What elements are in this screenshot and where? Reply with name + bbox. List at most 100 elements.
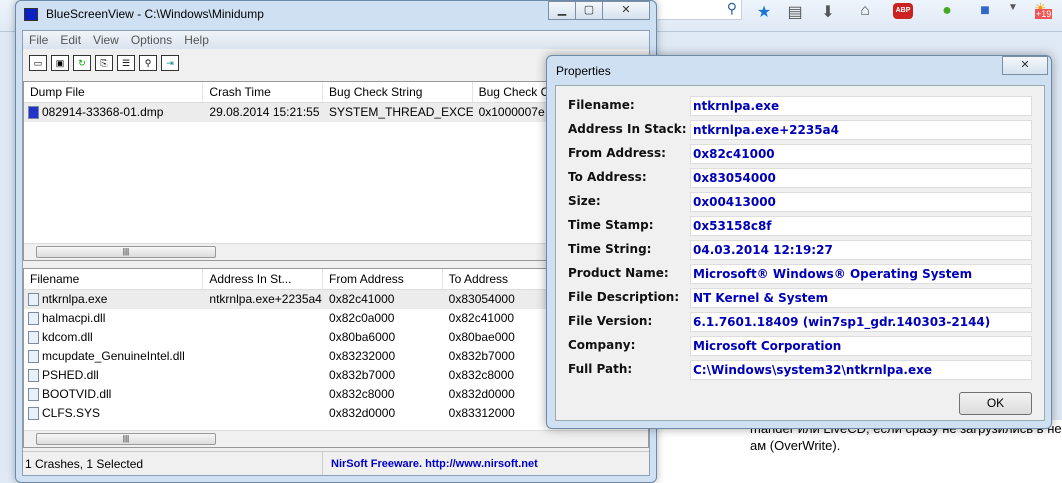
search-icon[interactable]: ⚲	[727, 0, 737, 17]
file-icon	[28, 331, 39, 345]
filename-text: halmacpi.dll	[42, 311, 106, 325]
property-value-field[interactable]: Microsoft Corporation	[690, 336, 1032, 356]
filename: halmacpi.dll	[24, 309, 203, 328]
filename: kdcom.dll	[24, 328, 203, 347]
dump-file-icon	[28, 106, 39, 120]
column-bug-check-string[interactable]: Bug Check String	[323, 82, 473, 102]
close-button[interactable]: ✕	[602, 1, 650, 20]
menu-help[interactable]: Help	[184, 31, 209, 49]
filename-text: kdcom.dll	[42, 330, 93, 344]
address-in-stack	[203, 328, 323, 347]
property-label: File Description:	[568, 290, 680, 304]
property-label: From Address:	[568, 146, 666, 160]
property-value-field[interactable]: 0x00413000	[690, 192, 1032, 212]
refresh-icon[interactable]: ↻	[73, 55, 91, 71]
property-row: File Version: 6.1.7601.18409 (win7sp1_gdr…	[556, 311, 1046, 335]
address-in-stack	[203, 404, 323, 423]
menu-options[interactable]: Options	[131, 31, 172, 49]
status-bar: 1 Crashes, 1 Selected NirSoft Freeware. …	[23, 451, 649, 475]
property-value-field[interactable]: 04.03.2014 12:19:27	[690, 240, 1032, 260]
file-icon	[28, 388, 39, 402]
scrollbar-thumb[interactable]: |||	[36, 433, 216, 445]
exit-icon[interactable]: ⇥	[161, 55, 179, 71]
file-icon	[28, 312, 39, 326]
dialog-close-button[interactable]: ✕	[1002, 56, 1048, 75]
property-value-field[interactable]: 6.1.7601.18409 (win7sp1_gdr.140303-2144)	[690, 312, 1032, 332]
scrollbar-thumb[interactable]: |||	[36, 246, 216, 258]
file-icon	[28, 369, 39, 383]
column-filename[interactable]: Filename	[24, 269, 204, 289]
filename: ntkrnlpa.exe	[24, 290, 203, 309]
property-value-field[interactable]: ntkrnlpa.exe+2235a4	[690, 120, 1032, 140]
from-address: 0x80ba6000	[329, 330, 396, 344]
adblock-plus-icon[interactable]: ABP	[893, 3, 913, 19]
property-value-field[interactable]: Microsoft® Windows® Operating System	[690, 264, 1032, 284]
property-value-field[interactable]: 0x53158c8f	[690, 216, 1032, 236]
column-dump-file[interactable]: Dump File	[24, 82, 204, 102]
dropdown-icon[interactable]: ▼	[1003, 2, 1023, 13]
filename: BOOTVID.dll	[24, 385, 203, 404]
column-crash-time[interactable]: Crash Time	[203, 82, 324, 102]
filename-text: mcupdate_GenuineIntel.dll	[42, 349, 185, 363]
from-address: 0x832d0000	[329, 406, 396, 420]
property-label: Full Path:	[568, 362, 633, 376]
filename-text: ntkrnlpa.exe	[42, 292, 108, 306]
dump-file: 082914-33368-01.dmp	[42, 105, 164, 119]
property-label: Time Stamp:	[568, 218, 654, 232]
page-background-text: mander или LiveCD, если сразу не загрузи…	[650, 420, 1062, 483]
properties-dialog: Properties ✕ Filename: ntkrnlpa.exe Addres…	[546, 55, 1052, 429]
property-label: Time String:	[568, 242, 652, 256]
menu-bar: File Edit View Options Help	[23, 31, 649, 49]
property-value-field[interactable]: ntkrnlpa.exe	[690, 96, 1032, 116]
from-address: 0x83232000	[329, 349, 396, 363]
dialog-title: Properties	[556, 64, 611, 78]
property-label: Size:	[568, 194, 601, 208]
property-row: From Address: 0x82c41000	[556, 143, 1046, 167]
property-value-field[interactable]: C:\Windows\system32\ntkrnlpa.exe	[690, 360, 1032, 380]
minimize-button[interactable]: ▁	[548, 1, 576, 20]
property-value-field[interactable]: NT Kernel & System	[690, 288, 1032, 308]
maximize-button[interactable]: ▢	[575, 1, 603, 20]
property-row: Filename: ntkrnlpa.exe	[556, 95, 1046, 119]
status-count: 1 Crashes, 1 Selected	[23, 452, 323, 475]
crash-time: 29.08.2014 15:21:55	[209, 105, 320, 119]
address-in-stack	[203, 385, 323, 404]
filename-text: PSHED.dll	[42, 368, 99, 382]
file-icon	[28, 293, 39, 307]
nirsoft-link[interactable]: NirSoft Freeware. http://www.nirsoft.net	[323, 452, 538, 475]
bookmark-star-icon[interactable]: ★	[754, 2, 774, 22]
find-icon[interactable]: ⚲	[139, 55, 157, 71]
property-label: Filename:	[568, 98, 635, 112]
bug-check-string: SYSTEM_THREAD_EXCE...	[329, 105, 473, 119]
title-text: BlueScreenView - C:\Windows\Minidump	[46, 7, 264, 21]
window-title: BlueScreenView - C:\Windows\Minidump	[24, 7, 264, 22]
seo-icon[interactable]: ■	[975, 2, 995, 20]
menu-view[interactable]: View	[93, 31, 119, 49]
properties-icon[interactable]: ☰	[117, 55, 135, 71]
save-icon[interactable]: ▣	[51, 55, 69, 71]
ok-button[interactable]: OK	[959, 392, 1032, 415]
column-from-address[interactable]: From Address	[323, 269, 443, 289]
menu-edit[interactable]: Edit	[60, 31, 81, 49]
from-address: 0x832b7000	[329, 368, 396, 382]
property-value-field[interactable]: 0x82c41000	[690, 144, 1032, 164]
cell: 082914-33368-01.dmp	[24, 103, 203, 122]
property-label: Address In Stack:	[568, 122, 687, 136]
address-in-stack	[203, 347, 323, 366]
addon-icon[interactable]: ●	[937, 2, 957, 20]
home-icon[interactable]: ⌂	[855, 2, 875, 20]
column-address-in-stack[interactable]: Address In St...	[203, 269, 324, 289]
reading-list-icon[interactable]: ▤	[785, 2, 805, 22]
download-icon[interactable]: ⬇	[818, 2, 838, 22]
copy-icon[interactable]: ⎘	[95, 55, 113, 71]
menu-file[interactable]: File	[29, 31, 48, 49]
property-label: Company:	[568, 338, 636, 352]
property-row: Product Name: Microsoft® Windows® Operati…	[556, 263, 1046, 287]
property-label: Product Name:	[568, 266, 669, 280]
html-report-icon[interactable]: ▭	[29, 55, 47, 71]
property-label: To Address:	[568, 170, 647, 184]
filename: PSHED.dll	[24, 366, 203, 385]
property-value-field[interactable]: 0x83054000	[690, 168, 1032, 188]
horizontal-scrollbar[interactable]: |||	[24, 430, 648, 447]
properties-panel: Filename: ntkrnlpa.exe Address In Stack: nt…	[555, 85, 1045, 421]
